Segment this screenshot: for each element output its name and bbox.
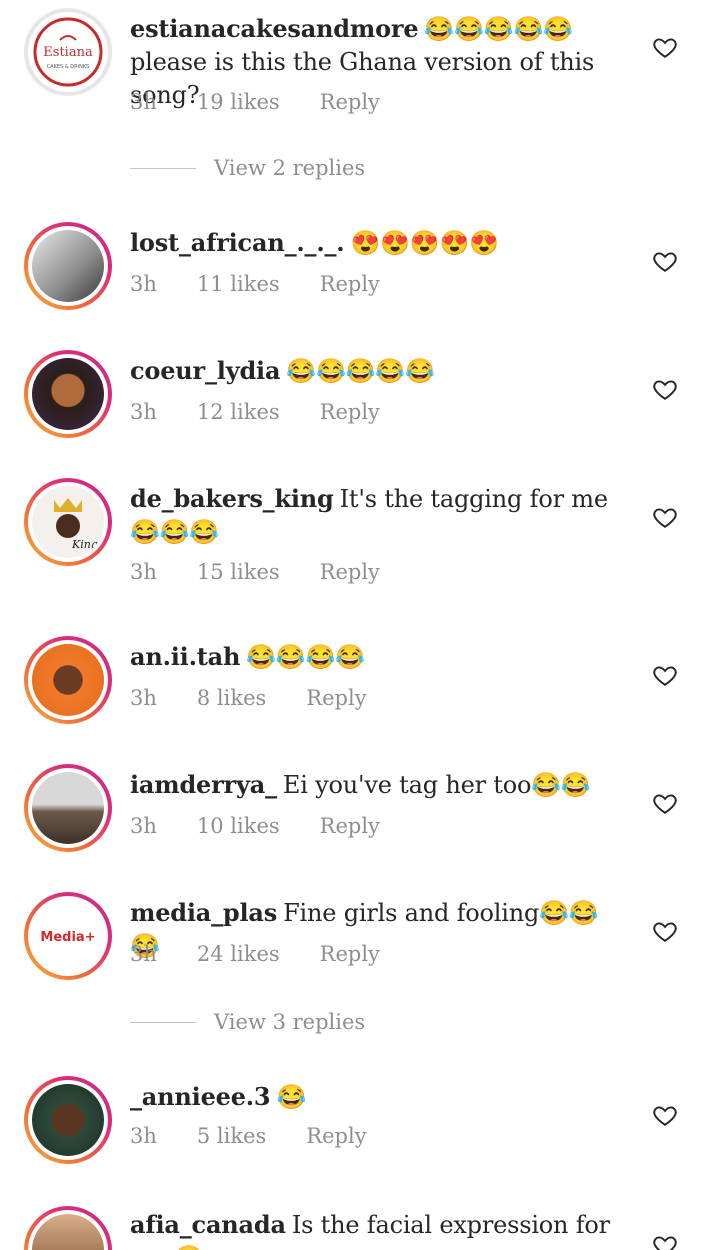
heart-outline-icon[interactable] <box>652 376 678 402</box>
heart-outline-icon[interactable] <box>652 662 678 688</box>
avatar[interactable]: Media+ <box>24 892 112 980</box>
reply-button[interactable]: Reply <box>320 90 380 114</box>
heart-outline-icon[interactable] <box>652 790 678 816</box>
avatar[interactable]: King <box>24 478 112 566</box>
comment-likes[interactable]: 24 likes <box>197 942 280 966</box>
avatar[interactable] <box>24 764 112 852</box>
heart-outline-icon[interactable] <box>652 504 678 530</box>
heart-outline-icon[interactable] <box>652 34 678 60</box>
comment-username[interactable]: coeur_lydia <box>130 356 280 385</box>
comment-username[interactable]: afia_canada <box>130 1210 286 1239</box>
avatar-logo-subtext: CAKES & DRINKS <box>47 64 90 70</box>
comment-text: _annieee.3 😂 <box>130 1080 620 1114</box>
reply-button[interactable]: Reply <box>320 560 380 584</box>
avatar[interactable] <box>24 350 112 438</box>
comment-meta: 3h 12 likes Reply <box>130 400 380 424</box>
comment-text: lost_african_._._. 😍😍😍😍😍 <box>130 226 620 260</box>
comment-meta: 3h 15 likes Reply <box>130 560 380 584</box>
comment-time: 3h <box>130 686 157 710</box>
comment-text: iamderrya_ Ei you've tag her too😂😂 <box>130 768 620 802</box>
reply-button[interactable]: Reply <box>320 814 380 838</box>
comment-time: 3h <box>130 560 157 584</box>
comment-meta: 3h 10 likes Reply <box>130 814 380 838</box>
comment-likes[interactable]: 10 likes <box>197 814 280 838</box>
reply-button[interactable]: Reply <box>320 942 380 966</box>
heart-outline-icon[interactable] <box>652 248 678 274</box>
view-replies-label[interactable]: View 3 replies <box>214 1010 365 1034</box>
reply-button[interactable]: Reply <box>320 272 380 296</box>
comment-username[interactable]: de_bakers_king <box>130 484 334 513</box>
comment-likes[interactable]: 11 likes <box>197 272 280 296</box>
avatar-logo-text: Media+ <box>40 930 95 945</box>
reply-button[interactable]: Reply <box>320 400 380 424</box>
comment-likes[interactable]: 12 likes <box>197 400 280 424</box>
comment-time: 3h <box>130 90 157 114</box>
avatar[interactable]: Estiana CAKES & DRINKS <box>24 8 112 96</box>
comment-time: 3h <box>130 1124 157 1148</box>
comment-text: afia_canada Is the facial expression for … <box>130 1208 620 1250</box>
avatar[interactable] <box>24 222 112 310</box>
comment-likes[interactable]: 5 likes <box>197 1124 266 1148</box>
heart-outline-icon[interactable] <box>652 1102 678 1128</box>
avatar-logo-text: King <box>71 538 98 551</box>
heart-outline-icon[interactable] <box>652 1232 678 1250</box>
comment-likes[interactable]: 8 likes <box>197 686 266 710</box>
comment-body: 😂😂😂😂😂 <box>286 357 435 385</box>
comment-username[interactable]: iamderrya_ <box>130 770 277 799</box>
comment-body: 😂😂😂😂 <box>246 643 365 671</box>
comment-meta: 3h 19 likes Reply <box>130 90 380 114</box>
comment-meta: 3h 5 likes Reply <box>130 1124 367 1148</box>
comment-body: Ei you've tag her too😂😂 <box>282 771 591 799</box>
comment-text: coeur_lydia 😂😂😂😂😂 <box>130 354 620 388</box>
avatar-logo-text: Estiana <box>43 45 93 60</box>
comment-meta: 3h 8 likes Reply <box>130 686 367 710</box>
view-replies-label[interactable]: View 2 replies <box>214 156 365 180</box>
comment-time: 3h <box>130 400 157 424</box>
comment-item: afia_canada Is the facial expression for … <box>0 1206 720 1250</box>
comment-username[interactable]: an.ii.tah <box>130 642 240 671</box>
divider-line <box>130 167 196 169</box>
comment-text: an.ii.tah 😂😂😂😂 <box>130 640 620 674</box>
comment-time: 3h <box>130 814 157 838</box>
comment-body: 😍😍😍😍😍 <box>350 229 499 257</box>
comment-likes[interactable]: 19 likes <box>197 90 280 114</box>
heart-outline-icon[interactable] <box>652 918 678 944</box>
comment-likes[interactable]: 15 likes <box>197 560 280 584</box>
comment-username[interactable]: estianacakesandmore <box>130 14 419 43</box>
view-replies-button[interactable]: View 2 replies <box>130 156 365 180</box>
avatar[interactable] <box>24 636 112 724</box>
divider-line <box>130 1021 196 1023</box>
avatar[interactable] <box>24 1076 112 1164</box>
comment-body: 😂 <box>276 1083 307 1111</box>
comment-time: 3h <box>130 942 157 966</box>
reply-button[interactable]: Reply <box>306 1124 366 1148</box>
comment-time: 3h <box>130 272 157 296</box>
comment-meta: 3h 11 likes Reply <box>130 272 380 296</box>
avatar[interactable] <box>24 1206 112 1250</box>
comment-meta: 3h 24 likes Reply <box>130 942 380 966</box>
comment-username[interactable]: lost_african_._._. <box>130 228 345 257</box>
view-replies-button[interactable]: View 3 replies <box>130 1010 365 1034</box>
comment-username[interactable]: media_plas <box>130 898 277 927</box>
comment-text: de_bakers_king It's the tagging for me 😂😂… <box>130 482 620 549</box>
reply-button[interactable]: Reply <box>306 686 366 710</box>
comment-username[interactable]: _annieee.3 <box>130 1082 271 1111</box>
